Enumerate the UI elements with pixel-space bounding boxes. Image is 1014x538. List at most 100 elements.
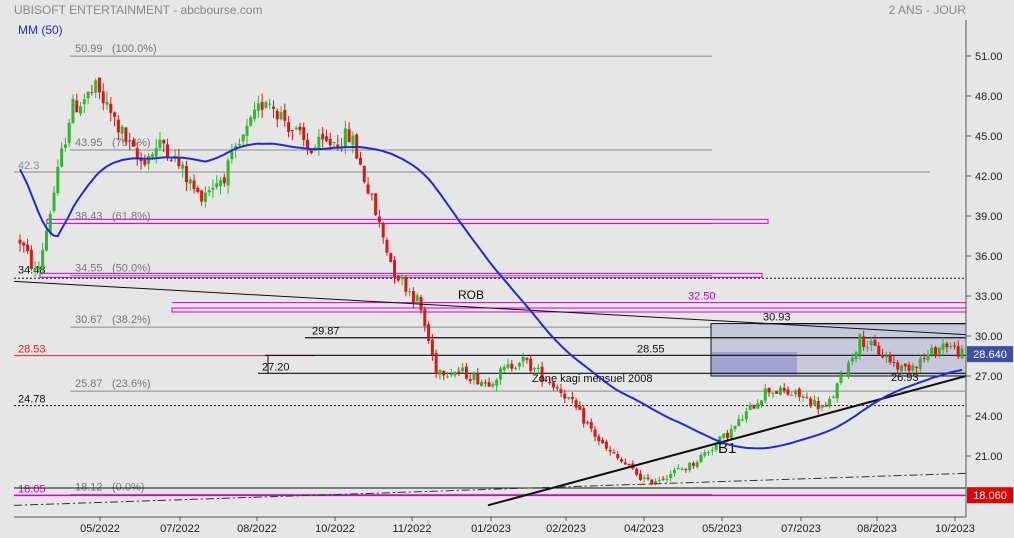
fib-level-pct: (23.6%) (112, 378, 151, 390)
x-tick-label: 05/2022 (80, 523, 120, 535)
x-tick-label: 04/2023 (624, 523, 664, 535)
y-tick-label: 45.00 (975, 131, 1003, 143)
candle-body (317, 136, 321, 150)
candle-body (147, 156, 151, 164)
candle-body (143, 159, 147, 165)
candle-body (400, 276, 404, 279)
candle-body (892, 361, 896, 363)
candle-body (918, 358, 922, 369)
candle-body (423, 309, 427, 327)
candle-body (930, 347, 934, 355)
candle-body (949, 346, 953, 348)
candle-body (604, 441, 608, 449)
candle-body (695, 462, 699, 468)
fib-level-value: 34.55 (75, 262, 103, 274)
candle-body (192, 180, 196, 189)
candle-body (563, 393, 567, 399)
level-2855-label: 28.55 (637, 343, 665, 355)
candle-body (828, 399, 832, 407)
candle-body (589, 421, 593, 429)
candle-body (759, 400, 763, 406)
candle-body (200, 190, 204, 202)
x-tick-label: 02/2023 (546, 523, 586, 535)
candle-body (495, 379, 499, 386)
candle-body (438, 370, 442, 375)
left-level-label: 28.53 (18, 344, 46, 356)
candle-body (941, 343, 945, 350)
candle-body (767, 387, 771, 393)
candle-body (911, 365, 915, 371)
kagi-zone-label: Zone kagi mensuel 2008 (532, 373, 652, 385)
candle-body (801, 396, 805, 398)
candle-body (184, 166, 188, 183)
candle-body (790, 394, 794, 396)
fib-level-value: 18.12 (75, 481, 103, 493)
fib-level-pct: (50.0%) (112, 262, 151, 274)
candle-body (934, 347, 938, 356)
candle-body (37, 266, 41, 270)
stock-chart: 50.99 (100.0%) 43.95 (76.4%) 38.43 (61.8%) 34.… (0, 0, 1014, 538)
level-3250-label: 32.50 (688, 291, 716, 303)
candle-body (290, 130, 294, 132)
y-tick-label: 24.00 (975, 411, 1003, 423)
chart-title: UBISOFT ENTERTAINMENT - abcbourse.com (14, 3, 263, 17)
candle-body (279, 112, 283, 120)
candle-body (86, 91, 90, 99)
candle-body (616, 454, 620, 459)
candle-body (41, 249, 45, 269)
candle-body (661, 478, 665, 480)
candle-body (926, 354, 930, 361)
candle-body (729, 428, 733, 440)
candle-body (865, 347, 869, 349)
candle-body (381, 223, 385, 238)
x-tick-label: 01/2023 (471, 523, 511, 535)
candle-body (253, 109, 257, 120)
candle-body (612, 452, 616, 454)
candle-body (601, 439, 605, 444)
candle-body (124, 127, 128, 142)
candle-body (907, 364, 911, 371)
candle-body (116, 119, 120, 133)
candle-body (63, 144, 67, 148)
candle-body (260, 102, 264, 110)
candle-body (283, 109, 287, 121)
candle-body (623, 462, 627, 465)
candle-body (582, 408, 586, 424)
candle-body (166, 144, 170, 158)
candle-body (256, 103, 260, 111)
candle-body (820, 405, 824, 408)
candle-body (408, 291, 412, 293)
candle-body (60, 148, 64, 167)
candle-body (169, 159, 173, 161)
candle-body (786, 389, 790, 395)
candle-body (52, 192, 56, 212)
candle-body (737, 418, 741, 426)
candle-body (536, 367, 540, 370)
candle-body (775, 391, 779, 394)
candle-body (669, 474, 673, 479)
left-level-label: 24.78 (18, 394, 46, 406)
candle-body (574, 400, 578, 408)
x-tick-label: 07/2022 (160, 523, 200, 535)
candle-body (347, 129, 351, 143)
candle-body (533, 368, 537, 370)
candle-body (79, 106, 83, 114)
chart-background (0, 0, 1014, 538)
candle-body (241, 134, 245, 142)
fib-level-value: 43.95 (75, 137, 103, 149)
candle-body (812, 400, 816, 405)
fib-level-pct: (100.0%) (112, 43, 157, 55)
y-tick-label: 27.00 (975, 371, 1003, 383)
candle-body (343, 128, 347, 147)
candle-body (237, 143, 241, 146)
candle-body (517, 362, 521, 367)
candle-body (396, 275, 400, 281)
candle-body (650, 479, 654, 485)
candle-body (642, 477, 646, 479)
candle-body (707, 452, 711, 454)
candle-body (638, 473, 642, 480)
candle-body (44, 230, 48, 251)
candle-body (782, 387, 786, 392)
candle-body (847, 362, 851, 377)
ma-legend: MM (50) (18, 23, 63, 37)
